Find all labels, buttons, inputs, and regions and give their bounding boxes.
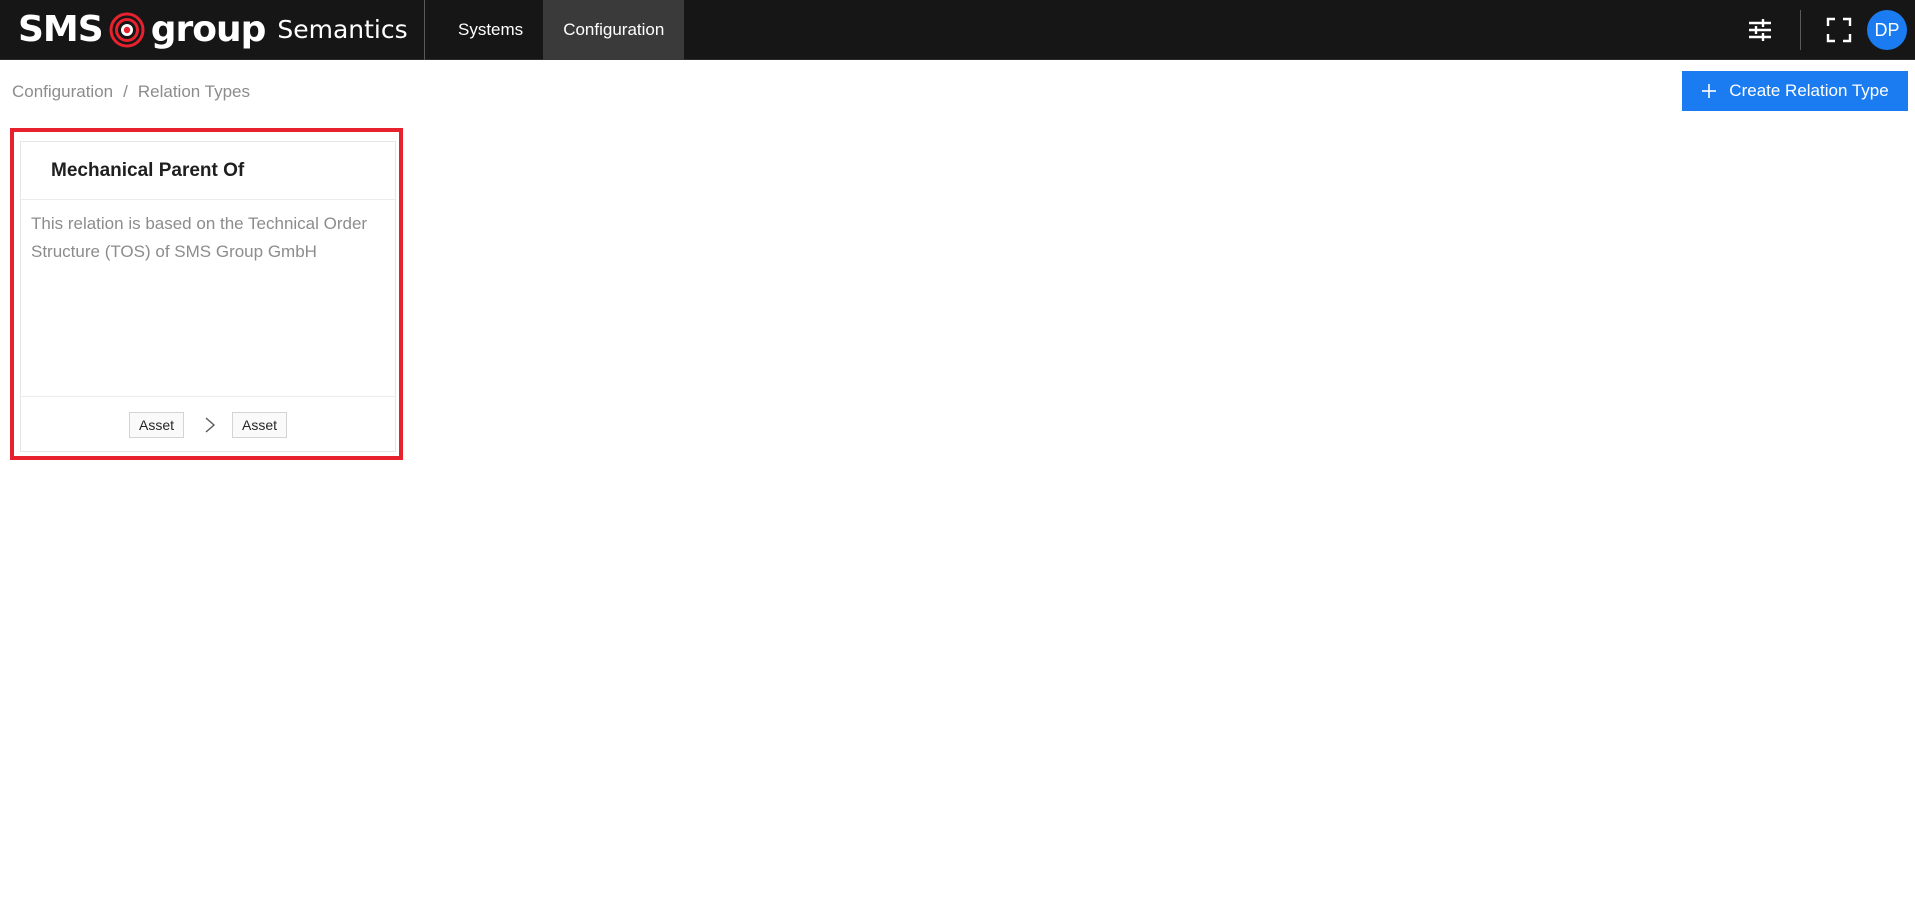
nav-configuration[interactable]: Configuration — [543, 0, 685, 60]
nav-systems[interactable]: Systems — [438, 0, 543, 60]
breadcrumb-separator: / — [123, 82, 128, 101]
header-actions: DP — [1740, 0, 1907, 60]
user-avatar[interactable]: DP — [1867, 10, 1907, 50]
breadcrumb-relation-types: Relation Types — [137, 82, 251, 101]
product-name: Semantics — [277, 15, 408, 44]
main-nav: Systems Configuration — [438, 0, 685, 60]
create-relation-type-button[interactable]: Create Relation Type — [1682, 71, 1908, 111]
relation-type-card[interactable]: Mechanical Parent Of This relation is ba… — [20, 141, 396, 452]
sliders-icon[interactable] — [1740, 10, 1780, 50]
create-relation-type-label: Create Relation Type — [1729, 81, 1889, 100]
sms-logo-icon — [109, 12, 145, 48]
brand-right: group — [150, 9, 267, 50]
plus-icon — [1702, 84, 1717, 98]
actions-divider — [1800, 10, 1801, 50]
source-type-tag: Asset — [128, 411, 184, 438]
breadcrumb-configuration[interactable]: Configuration — [12, 82, 113, 102]
target-type-tag: Asset — [232, 411, 288, 438]
card-description: This relation is based on the Technical … — [21, 200, 395, 397]
brand-divider — [424, 0, 425, 60]
card-title: Mechanical Parent Of — [21, 142, 395, 200]
breadcrumb: Configuration / Relation Types — [12, 80, 250, 104]
brand-logo[interactable]: SMS group Semantics — [18, 8, 408, 52]
brand-left: SMS — [18, 9, 104, 50]
chevron-right-icon — [204, 416, 216, 434]
top-bar: SMS group Semantics Systems Configuratio… — [0, 0, 1915, 60]
fullscreen-icon[interactable] — [1819, 10, 1859, 50]
card-footer: Asset Asset — [21, 397, 395, 452]
